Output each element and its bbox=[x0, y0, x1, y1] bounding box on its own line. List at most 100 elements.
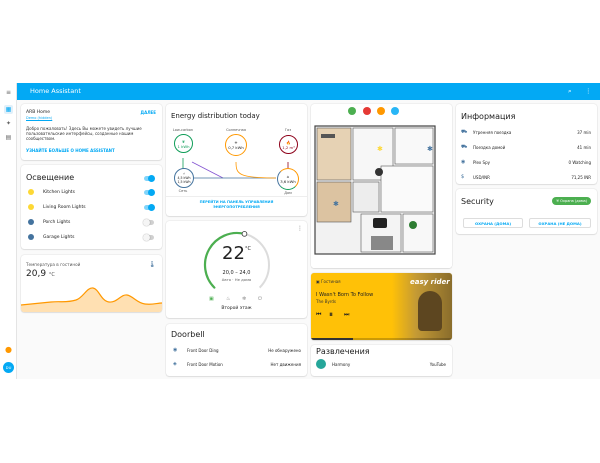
dismiss-button[interactable]: ДАЛЕЕ bbox=[141, 110, 156, 115]
welcome-subtitle[interactable]: Demo (hidden) bbox=[26, 116, 52, 120]
temperature-unit: °C bbox=[48, 272, 55, 278]
logbook-icon[interactable]: ▤ bbox=[4, 133, 13, 142]
solar-label: Солнечная bbox=[226, 128, 246, 132]
sidebar: ≡ ▦ ✦ ▤ ● DU bbox=[0, 83, 17, 379]
doorbell-row-value: Не обнаружено bbox=[268, 348, 301, 353]
flow-line-solar-home bbox=[235, 161, 277, 179]
car-home-icon: ⛟ bbox=[461, 144, 468, 150]
temperature-label: Температура в гостиной bbox=[26, 262, 81, 267]
light-toggle[interactable] bbox=[144, 189, 155, 196]
light-label: Garage Lights bbox=[43, 235, 75, 240]
pause-icon[interactable]: ⏸ bbox=[329, 310, 333, 320]
overview-icon[interactable]: ▦ bbox=[4, 105, 13, 114]
grid-node[interactable]: ⚡ 4,5 kWh 1,5 kWh bbox=[174, 168, 194, 188]
security-state-text: Охрана (дома) bbox=[560, 199, 587, 203]
media-progress-track[interactable] bbox=[311, 338, 452, 340]
previous-track-icon[interactable]: ⏮ bbox=[316, 311, 321, 319]
avatar[interactable]: DU bbox=[3, 362, 14, 373]
gas-node[interactable]: 🔥 1,2 m³ bbox=[279, 135, 298, 154]
media-source-name: Гостиная bbox=[321, 279, 341, 284]
info-row-value: 37 min bbox=[577, 130, 591, 135]
floorplan-light-icon-1[interactable]: ✱ bbox=[377, 145, 383, 153]
car-icon: ⛟ bbox=[461, 129, 468, 135]
floorplan-status-icon-2[interactable] bbox=[363, 107, 371, 115]
floorplan-display-marker[interactable] bbox=[373, 218, 387, 228]
grid-label: Сеть bbox=[178, 189, 188, 193]
floorplan-status-icon-3[interactable] bbox=[377, 107, 385, 115]
thermostat-card: ⋮ 22°C 20,0 – 24,0 Авто · Не дома ▣ ♨ ❄ … bbox=[166, 221, 307, 318]
dial-knob[interactable] bbox=[241, 231, 248, 237]
toggle-knob bbox=[143, 234, 150, 241]
floorplan-status-icon-1[interactable] bbox=[348, 107, 356, 115]
thermostat-range: 20,0 – 24,0 bbox=[222, 270, 251, 276]
arm-away-button[interactable]: ОХРАНА (НЕ ДОМА) bbox=[529, 218, 591, 228]
light-toggle[interactable] bbox=[143, 219, 154, 226]
entertainment-device: Harmony bbox=[332, 362, 351, 367]
energy-dashboard-link[interactable]: ПЕРЕЙТИ НА ПАНЕЛЬ УПРАВЛЕНИЯ ЭНЕРГОПОТРЕ… bbox=[166, 200, 307, 210]
info-row[interactable]: ⛟ Утренняя поездка 37 min bbox=[461, 128, 591, 138]
learn-more-link[interactable]: УЗНАЙТЕ БОЛЬШЕ О HOME ASSISTANT bbox=[26, 148, 115, 153]
search-icon[interactable]: ⌕ bbox=[568, 87, 572, 96]
notifications-icon[interactable]: ● bbox=[4, 345, 13, 354]
info-title: Информация bbox=[461, 112, 516, 121]
floorplan-camera-marker[interactable] bbox=[409, 221, 417, 229]
temperature-card[interactable]: Температура в гостиной 🌡 20,9 °C bbox=[21, 255, 162, 312]
map-icon[interactable]: ✦ bbox=[4, 119, 13, 128]
low-carbon-value: 1 kWh bbox=[177, 143, 190, 149]
lights-master-toggle[interactable] bbox=[144, 175, 155, 182]
floorplan-light-icon-2[interactable]: ✱ bbox=[427, 145, 433, 153]
temperature-number: 20,9 bbox=[26, 269, 47, 279]
power-icon[interactable]: ⏻ bbox=[258, 296, 262, 302]
floorplan-status-icon-4[interactable] bbox=[391, 107, 399, 115]
solar-node[interactable]: ☀ 0,7 kWh bbox=[225, 134, 247, 156]
light-toggle[interactable] bbox=[144, 204, 155, 211]
info-row-value: 71,25 INR bbox=[571, 175, 591, 180]
eye-icon: ◉ bbox=[461, 159, 466, 165]
info-row[interactable]: ⛟ Поездка домой 41 min bbox=[461, 143, 591, 153]
doorbell-row-value: Нет движения bbox=[270, 362, 301, 367]
thermometer-icon: 🌡 bbox=[148, 261, 156, 268]
arm-home-button[interactable]: ОХРАНА (ДОМА) bbox=[463, 218, 523, 228]
media-player-card: easy rider ▣ Гостиная I Wasn't Born To F… bbox=[311, 273, 452, 340]
thermostat-mode: Авто · Не дома bbox=[221, 277, 252, 282]
snowflake-icon[interactable]: ❄ bbox=[242, 296, 246, 302]
floorplan-card[interactable]: ✱ ✱ ✱ bbox=[311, 104, 452, 268]
security-state-badge[interactable]: ⛨ Охрана (дома) bbox=[552, 197, 591, 205]
sparkline-fill bbox=[21, 287, 162, 312]
media-track: I Wasn't Born To Follow bbox=[316, 292, 374, 298]
floorplan-room-bath bbox=[402, 213, 434, 253]
info-row[interactable]: ◉ Plex Spy 0 Watching bbox=[461, 158, 591, 168]
album-art-figure bbox=[418, 291, 442, 331]
app-frame: ≡ ▦ ✦ ▤ ● DU Home Assistant ⌕ ⋮ ARB Home… bbox=[0, 83, 600, 379]
thermostat-name: Второй этаж bbox=[221, 306, 252, 311]
next-track-icon[interactable]: ⏭ bbox=[344, 311, 349, 319]
light-label: Kitchen Lights bbox=[43, 190, 75, 195]
welcome-card: ARB Home Demo (hidden) ДАЛЕЕ Добро пожал… bbox=[21, 104, 162, 160]
entertainment-activity[interactable]: YouTube bbox=[430, 362, 446, 367]
harmony-icon bbox=[316, 359, 326, 369]
floorplan-light-icon-3[interactable]: ✱ bbox=[333, 200, 339, 208]
info-row-value: 41 min bbox=[577, 145, 591, 150]
fire-mode-icon[interactable]: ♨ bbox=[226, 296, 230, 302]
floorplan-thermostat-marker[interactable] bbox=[375, 168, 383, 176]
app-title: Home Assistant bbox=[30, 87, 81, 95]
schedule-icon[interactable]: ▣ bbox=[209, 296, 214, 302]
doorbell-row-label: Front Door Ding bbox=[187, 348, 219, 353]
info-row[interactable]: $ USD/INR 71,25 INR bbox=[461, 173, 591, 183]
home-node[interactable]: ⌂ 3,6 kWh bbox=[277, 168, 299, 190]
info-row-value: 0 Watching bbox=[568, 160, 591, 165]
info-row-label: Утренняя поездка bbox=[473, 130, 512, 135]
low-carbon-node[interactable]: ❦ 1 kWh bbox=[174, 134, 193, 153]
thermostat-more-icon[interactable]: ⋮ bbox=[297, 225, 303, 232]
light-toggle[interactable] bbox=[143, 234, 154, 241]
temperature-sparkline bbox=[21, 287, 162, 312]
toggle-knob bbox=[143, 219, 150, 226]
floorplan-car bbox=[371, 236, 393, 250]
more-vert-icon[interactable]: ⋮ bbox=[585, 87, 592, 95]
menu-icon[interactable]: ≡ bbox=[4, 88, 13, 97]
album-art-text: easy rider bbox=[410, 278, 450, 286]
gas-value: 1,2 m³ bbox=[282, 144, 295, 150]
toggle-knob bbox=[148, 175, 155, 182]
floorplan-room-office bbox=[380, 165, 434, 213]
avatar-initials: DU bbox=[5, 365, 12, 370]
